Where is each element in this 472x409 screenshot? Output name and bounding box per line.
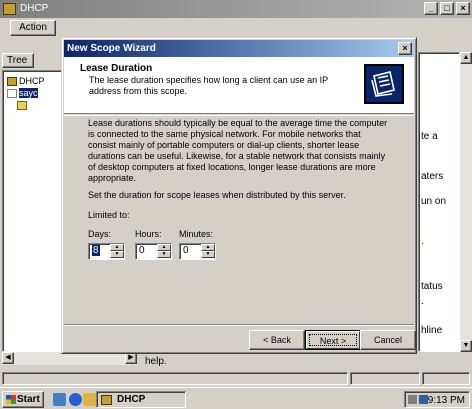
minutes-label: Minutes: bbox=[179, 229, 214, 239]
details-pane: te a aters un on . tatus . hline bbox=[418, 52, 460, 352]
tree-pane[interactable]: DHCP sayc bbox=[2, 70, 62, 352]
maximize-button[interactable]: □ bbox=[440, 2, 454, 15]
show-desktop-icon[interactable] bbox=[53, 393, 66, 406]
header-divider bbox=[64, 115, 414, 116]
details-text: aters bbox=[421, 171, 444, 182]
minutes-spinbox[interactable]: 0 ▲ ▼ bbox=[179, 243, 216, 260]
status-cell bbox=[350, 372, 420, 385]
wizard-close-button[interactable]: × bbox=[398, 42, 412, 55]
status-cell bbox=[2, 372, 348, 385]
clock[interactable]: 9:13 PM bbox=[428, 393, 465, 408]
scroll-down-icon[interactable]: ▼ bbox=[460, 340, 472, 352]
dhcp-task-icon bbox=[101, 395, 112, 405]
taskbar-dhcp-button[interactable]: DHCP bbox=[96, 391, 186, 408]
taskbar-dhcp-label: DHCP bbox=[117, 394, 146, 405]
help-text: help. bbox=[145, 356, 167, 367]
tree-tab[interactable]: Tree bbox=[2, 53, 34, 68]
details-text: . bbox=[421, 296, 424, 307]
status-cell bbox=[422, 372, 470, 385]
page-title: Lease Duration bbox=[80, 63, 153, 74]
internet-explorer-icon[interactable] bbox=[69, 393, 82, 406]
minutes-value[interactable]: 0 bbox=[183, 245, 189, 256]
details-text: te a bbox=[421, 131, 438, 142]
dhcp-window-title: DHCP bbox=[20, 3, 49, 14]
server-node-icon bbox=[7, 89, 17, 99]
days-down-arrow-icon[interactable]: ▼ bbox=[110, 251, 124, 258]
days-label: Days: bbox=[88, 229, 112, 239]
details-text: un on bbox=[421, 196, 447, 207]
start-button[interactable]: Start bbox=[2, 391, 44, 408]
scroll-left-icon[interactable]: ◀ bbox=[2, 352, 14, 364]
system-tray: 9:13 PM bbox=[404, 391, 470, 408]
dhcp-window-titlebar[interactable]: DHCP _ □ × bbox=[0, 0, 472, 18]
wizard-title: New Scope Wizard bbox=[67, 43, 156, 54]
button-divider bbox=[64, 324, 414, 326]
cancel-button[interactable]: Cancel bbox=[360, 330, 416, 350]
hours-up-arrow-icon[interactable]: ▲ bbox=[157, 244, 171, 251]
details-text: hline bbox=[421, 325, 443, 336]
wizard-titlebar[interactable]: New Scope Wizard × bbox=[64, 40, 414, 57]
days-value[interactable]: 8 bbox=[92, 245, 100, 256]
folder-icon bbox=[17, 101, 27, 111]
minutes-down-arrow-icon[interactable]: ▼ bbox=[201, 251, 215, 258]
minutes-up-arrow-icon[interactable]: ▲ bbox=[201, 244, 215, 251]
volume-icon[interactable] bbox=[408, 395, 417, 404]
vertical-scrollbar[interactable]: ▲ ▼ bbox=[460, 52, 472, 352]
tree-item-server[interactable]: sayc bbox=[7, 88, 38, 99]
menu-bar: Action bbox=[0, 18, 472, 38]
hours-label: Hours: bbox=[135, 229, 162, 239]
minimize-button[interactable]: _ bbox=[424, 2, 438, 15]
next-button[interactable]: Next > bbox=[305, 330, 361, 350]
tree-item-scope[interactable] bbox=[17, 100, 29, 111]
hours-value[interactable]: 0 bbox=[139, 245, 145, 256]
days-spinbox[interactable]: 8 ▲ ▼ bbox=[88, 243, 125, 260]
windows-logo-icon bbox=[6, 395, 16, 404]
wizard-logo-icon bbox=[364, 64, 404, 104]
dhcp-node-icon bbox=[7, 77, 17, 87]
scroll-up-icon[interactable]: ▲ bbox=[460, 52, 472, 64]
status-bar bbox=[0, 370, 472, 387]
back-button[interactable]: < Back bbox=[249, 330, 305, 350]
new-scope-wizard-dialog: New Scope Wizard × Lease Duration The le… bbox=[61, 37, 417, 354]
explorer-icon[interactable] bbox=[83, 393, 96, 406]
lease-description: Lease durations should typically be equa… bbox=[88, 118, 388, 183]
start-label: Start bbox=[17, 394, 40, 405]
hours-down-arrow-icon[interactable]: ▼ bbox=[157, 251, 171, 258]
hours-spinbox[interactable]: 0 ▲ ▼ bbox=[135, 243, 172, 260]
close-button[interactable]: × bbox=[456, 2, 470, 15]
wizard-header: Lease Duration The lease duration specif… bbox=[64, 57, 414, 114]
set-duration-label: Set the duration for scope leases when d… bbox=[88, 190, 346, 200]
limited-to-label: Limited to: bbox=[88, 210, 130, 220]
page-subtitle: The lease duration specifies how long a … bbox=[89, 75, 328, 96]
dhcp-app-icon bbox=[3, 3, 16, 15]
network-icon[interactable] bbox=[419, 395, 428, 404]
action-menu[interactable]: Action bbox=[10, 20, 56, 36]
taskbar: Start DHCP 9:13 PM bbox=[0, 387, 472, 409]
tree-item-dhcp[interactable]: DHCP bbox=[7, 76, 45, 87]
days-up-arrow-icon[interactable]: ▲ bbox=[110, 244, 124, 251]
details-text: . bbox=[421, 236, 424, 247]
details-text: tatus bbox=[421, 281, 443, 292]
next-button-label: Next > bbox=[306, 331, 360, 349]
toolbar bbox=[60, 21, 280, 35]
